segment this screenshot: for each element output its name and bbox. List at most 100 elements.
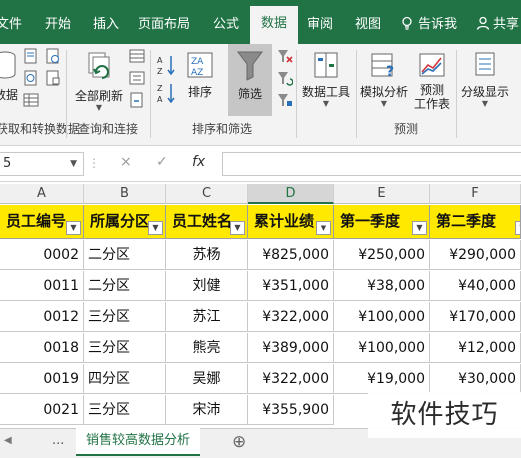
- tab-home[interactable]: 开始: [36, 10, 80, 44]
- cell-district[interactable]: 二分区: [84, 240, 166, 270]
- edit-links-button[interactable]: [128, 92, 146, 110]
- filter-dropdown-button[interactable]: ▼: [230, 221, 245, 235]
- cell-total-performance[interactable]: ¥825,000: [248, 240, 334, 270]
- cell-q2[interactable]: ¥12,000: [430, 333, 521, 363]
- column-header-f[interactable]: F: [430, 184, 521, 204]
- confirm-entry-button[interactable]: ✓: [156, 154, 168, 170]
- header-cell-q1[interactable]: 第一季度 ▼: [334, 205, 430, 239]
- funnel-icon: [237, 51, 263, 81]
- cell-q1[interactable]: ¥19,000: [334, 364, 430, 394]
- cancel-entry-button[interactable]: ×: [120, 154, 132, 170]
- cell-total-performance[interactable]: ¥389,000: [248, 333, 334, 363]
- cell-q1[interactable]: ¥250,000: [334, 240, 430, 270]
- cell-total-performance[interactable]: ¥355,900: [248, 395, 334, 425]
- tab-page-layout[interactable]: 页面布局: [132, 10, 196, 44]
- chevron-down-icon[interactable]: ▼: [70, 153, 77, 175]
- data-tools-button[interactable]: 数据工具 ▼: [300, 50, 352, 108]
- formula-input[interactable]: [222, 152, 521, 176]
- cell-employee-id[interactable]: 0019: [0, 364, 84, 394]
- cell-q2[interactable]: ¥30,000: [430, 364, 521, 394]
- group-label-get-transform: 获取和转换数据: [0, 122, 81, 136]
- properties-button[interactable]: [128, 70, 146, 88]
- cell-q2[interactable]: ¥170,000: [430, 302, 521, 332]
- queries-connections-button[interactable]: [128, 48, 146, 66]
- tab-view[interactable]: 视图: [346, 10, 390, 44]
- existing-connections-button[interactable]: [44, 70, 62, 88]
- cell-district[interactable]: 二分区: [84, 271, 166, 301]
- cell-employee-name[interactable]: 熊亮: [166, 333, 248, 363]
- forecast-label-2: 工作表: [413, 97, 450, 111]
- cell-employee-id[interactable]: 0002: [0, 240, 84, 270]
- outline-button[interactable]: 分级显示 ▼: [456, 50, 514, 108]
- filter-dropdown-button[interactable]: ▼: [515, 221, 520, 235]
- sort-za-button[interactable]: Z A: [156, 82, 178, 104]
- cell-employee-name[interactable]: 宋沛: [166, 395, 248, 425]
- scroll-tabs-left-icon[interactable]: ◀: [4, 435, 12, 446]
- cell-q1[interactable]: ¥100,000: [334, 333, 430, 363]
- tab-data[interactable]: 数据: [250, 6, 298, 44]
- cell-q2[interactable]: ¥290,000: [430, 240, 521, 270]
- from-text-button[interactable]: [22, 48, 40, 66]
- data-tools-icon: [314, 52, 338, 78]
- cell-district[interactable]: 四分区: [84, 364, 166, 394]
- header-cell-q2[interactable]: 第二季度 ▼: [430, 205, 521, 239]
- header-label: 所属分区: [90, 212, 151, 230]
- tab-file[interactable]: 文件: [0, 10, 24, 44]
- sheet-tab-active[interactable]: 销售较高数据分析: [76, 428, 201, 456]
- cell-employee-id[interactable]: 0011: [0, 271, 84, 301]
- column-header-a[interactable]: A: [0, 184, 84, 204]
- column-header-c[interactable]: C: [166, 184, 248, 204]
- what-if-analysis-button[interactable]: ? 模拟分析 ▼: [358, 50, 410, 108]
- cell-employee-name[interactable]: 刘健: [166, 271, 248, 301]
- header-cell-total-performance[interactable]: 累计业绩 ▼: [248, 205, 334, 239]
- sort-az-button[interactable]: A Z: [156, 54, 178, 76]
- tell-me-box[interactable]: 告诉我: [400, 13, 457, 32]
- recent-sources-button[interactable]: [44, 48, 62, 66]
- header-cell-employee-name[interactable]: 员工姓名 ▼: [166, 205, 248, 239]
- column-header-e[interactable]: E: [334, 184, 430, 204]
- forecast-sheet-button[interactable]: 预测 工作表: [410, 50, 454, 111]
- tab-insert[interactable]: 插入: [84, 10, 128, 44]
- cell-q1[interactable]: ¥38,000: [334, 271, 430, 301]
- get-data-button[interactable]: 数据: [0, 50, 18, 102]
- add-sheet-button[interactable]: ⊕: [232, 432, 246, 452]
- filter-applied-button[interactable]: ▼: [316, 221, 331, 235]
- tab-formulas[interactable]: 公式: [204, 10, 248, 44]
- clear-filter-button[interactable]: [276, 48, 294, 66]
- cell-employee-id[interactable]: 0021: [0, 395, 84, 425]
- filter-dropdown-button[interactable]: ▼: [148, 221, 163, 235]
- cell-employee-name[interactable]: 苏江: [166, 302, 248, 332]
- cell-employee-name[interactable]: 吴娜: [166, 364, 248, 394]
- advanced-filter-button[interactable]: [276, 92, 294, 110]
- formula-buttons: × ✓ fx: [92, 152, 222, 176]
- cell-employee-name[interactable]: 苏杨: [166, 240, 248, 270]
- column-header-d[interactable]: D: [248, 184, 334, 204]
- column-header-b[interactable]: B: [84, 184, 166, 204]
- cell-district[interactable]: 三分区: [84, 333, 166, 363]
- cell-district[interactable]: 三分区: [84, 395, 166, 425]
- cell-q2[interactable]: ¥40,000: [430, 271, 521, 301]
- cell-employee-id[interactable]: 0018: [0, 333, 84, 363]
- filter-button[interactable]: 筛选: [228, 44, 272, 116]
- cell-total-performance[interactable]: ¥322,000: [248, 364, 334, 394]
- person-icon: [476, 16, 490, 30]
- cell-district[interactable]: 三分区: [84, 302, 166, 332]
- from-web-button[interactable]: [22, 70, 40, 88]
- insert-function-button[interactable]: fx: [192, 154, 205, 170]
- tab-review[interactable]: 审阅: [300, 10, 340, 44]
- header-cell-employee-id[interactable]: 员工编号 ▼: [0, 205, 84, 239]
- filter-dropdown-button[interactable]: ▼: [66, 221, 81, 235]
- cell-total-performance[interactable]: ¥351,000: [248, 271, 334, 301]
- sort-button[interactable]: ZA AZ 排序: [182, 50, 218, 100]
- refresh-all-button[interactable]: 全部刷新 ▼: [72, 50, 126, 112]
- filter-dropdown-button[interactable]: ▼: [412, 221, 427, 235]
- cell-employee-id[interactable]: 0012: [0, 302, 84, 332]
- header-cell-district[interactable]: 所属分区 ▼: [84, 205, 166, 239]
- cell-total-performance[interactable]: ¥322,000: [248, 302, 334, 332]
- name-box[interactable]: 5 ▼: [0, 152, 84, 176]
- reapply-button[interactable]: [276, 70, 294, 88]
- from-table-button[interactable]: [22, 92, 40, 110]
- more-sheets-button[interactable]: ...: [52, 433, 64, 448]
- share-button[interactable]: 共享: [476, 13, 519, 32]
- cell-q1[interactable]: ¥100,000: [334, 302, 430, 332]
